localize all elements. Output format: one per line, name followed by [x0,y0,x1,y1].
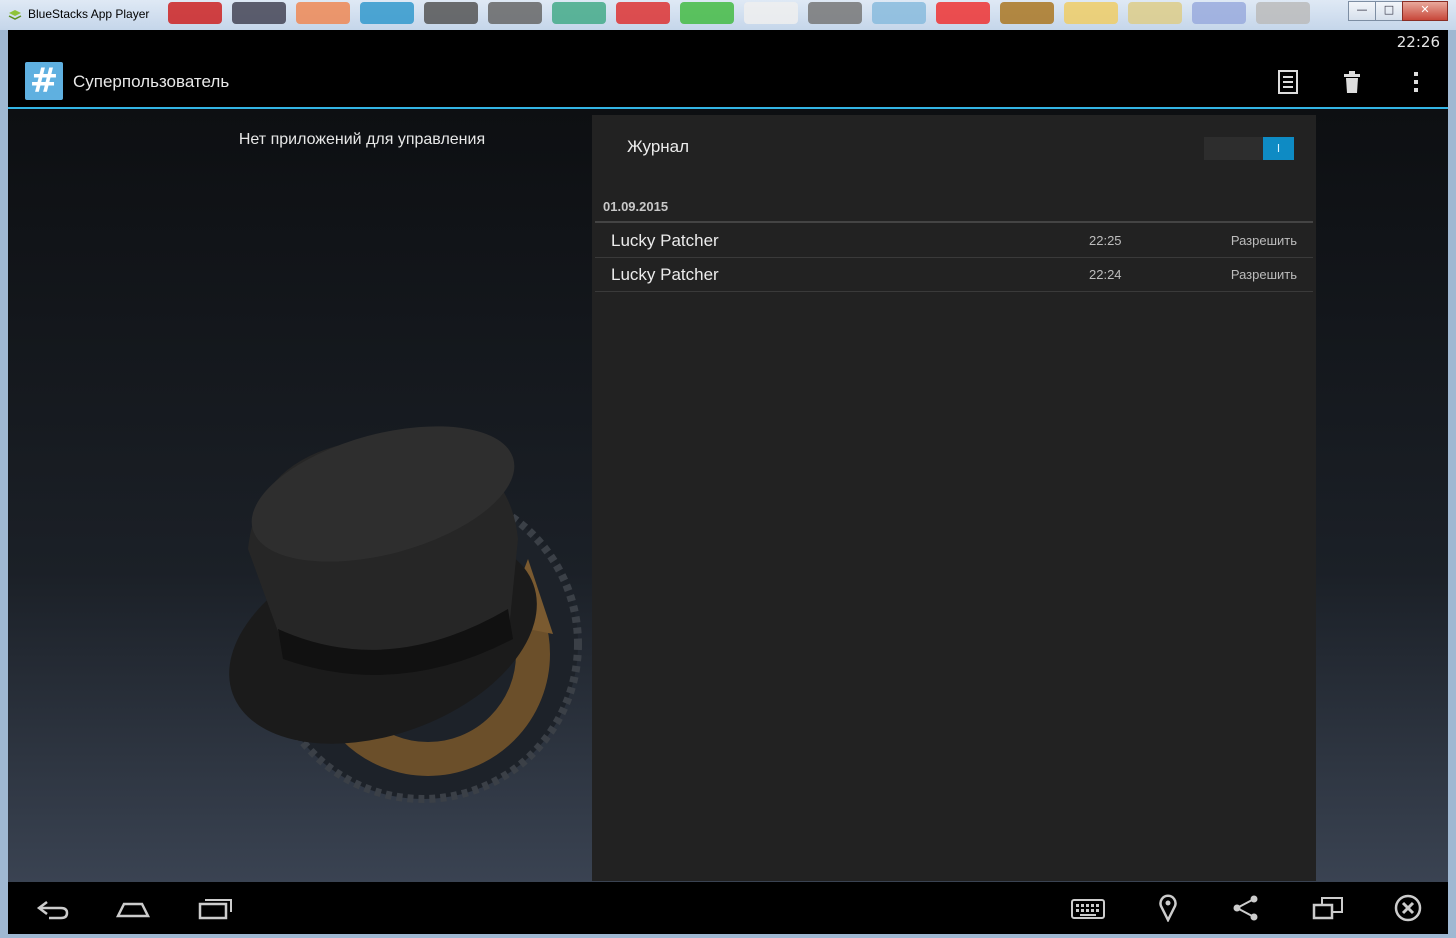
location-pin-icon[interactable] [1150,894,1186,922]
hash-icon[interactable]: # [25,62,63,100]
maximize-button[interactable]: □ [1375,1,1403,21]
android-screen: 22:26 # Суперпользователь Нет приложений… [8,30,1448,934]
back-icon[interactable] [35,894,71,922]
home-icon[interactable] [115,894,151,922]
share-icon[interactable] [1228,894,1264,922]
window-title-bar: BlueStacks App Player — □ ✕ [0,0,1456,30]
navigation-bar [8,882,1448,934]
log-toggle[interactable]: I [1204,137,1294,160]
bluestacks-logo-icon [8,10,22,20]
log-panel: Журнал I 01.09.2015 Lucky Patcher 22:25 … [592,115,1316,881]
log-date-header: 01.09.2015 [595,195,1313,223]
log-label: Журнал [627,137,690,156]
log-entry-row[interactable]: Lucky Patcher 22:24 Разрешить [595,258,1313,292]
window-resize-icon[interactable] [1310,894,1346,922]
status-bar: 22:26 [8,30,1448,55]
log-entry-time: 22:24 [1089,267,1122,282]
app-title: Суперпользователь [73,72,230,91]
overflow-menu-icon[interactable] [1402,68,1430,96]
log-entry-app: Lucky Patcher [611,231,719,250]
log-date: 01.09.2015 [603,199,669,214]
clockworkmod-hat-gear-icon [229,426,582,803]
main-content: Нет приложений для управления Журнал I 0… [8,109,1448,882]
recent-apps-icon[interactable] [197,894,233,922]
close-circle-icon[interactable] [1390,894,1426,922]
minimize-button[interactable]: — [1348,1,1376,21]
log-list-icon[interactable] [1274,68,1302,96]
close-window-button[interactable]: ✕ [1402,1,1448,21]
background-taskbar-thumbnails [168,0,1336,26]
action-bar: # Суперпользователь [8,55,1448,109]
keyboard-icon[interactable] [1070,894,1106,922]
trash-icon[interactable] [1338,68,1366,96]
log-entry-app: Lucky Patcher [611,265,719,284]
window-title: BlueStacks App Player [28,7,150,21]
status-time: 22:26 [1396,33,1440,51]
log-entry-time: 22:25 [1089,233,1122,248]
log-entry-row[interactable]: Lucky Patcher 22:25 Разрешить [595,224,1313,258]
window-controls: — □ ✕ [1348,1,1448,21]
log-entry-action: Разрешить [1230,267,1297,282]
toggle-on-indicator: I [1263,137,1294,160]
log-entry-action: Разрешить [1230,233,1297,248]
